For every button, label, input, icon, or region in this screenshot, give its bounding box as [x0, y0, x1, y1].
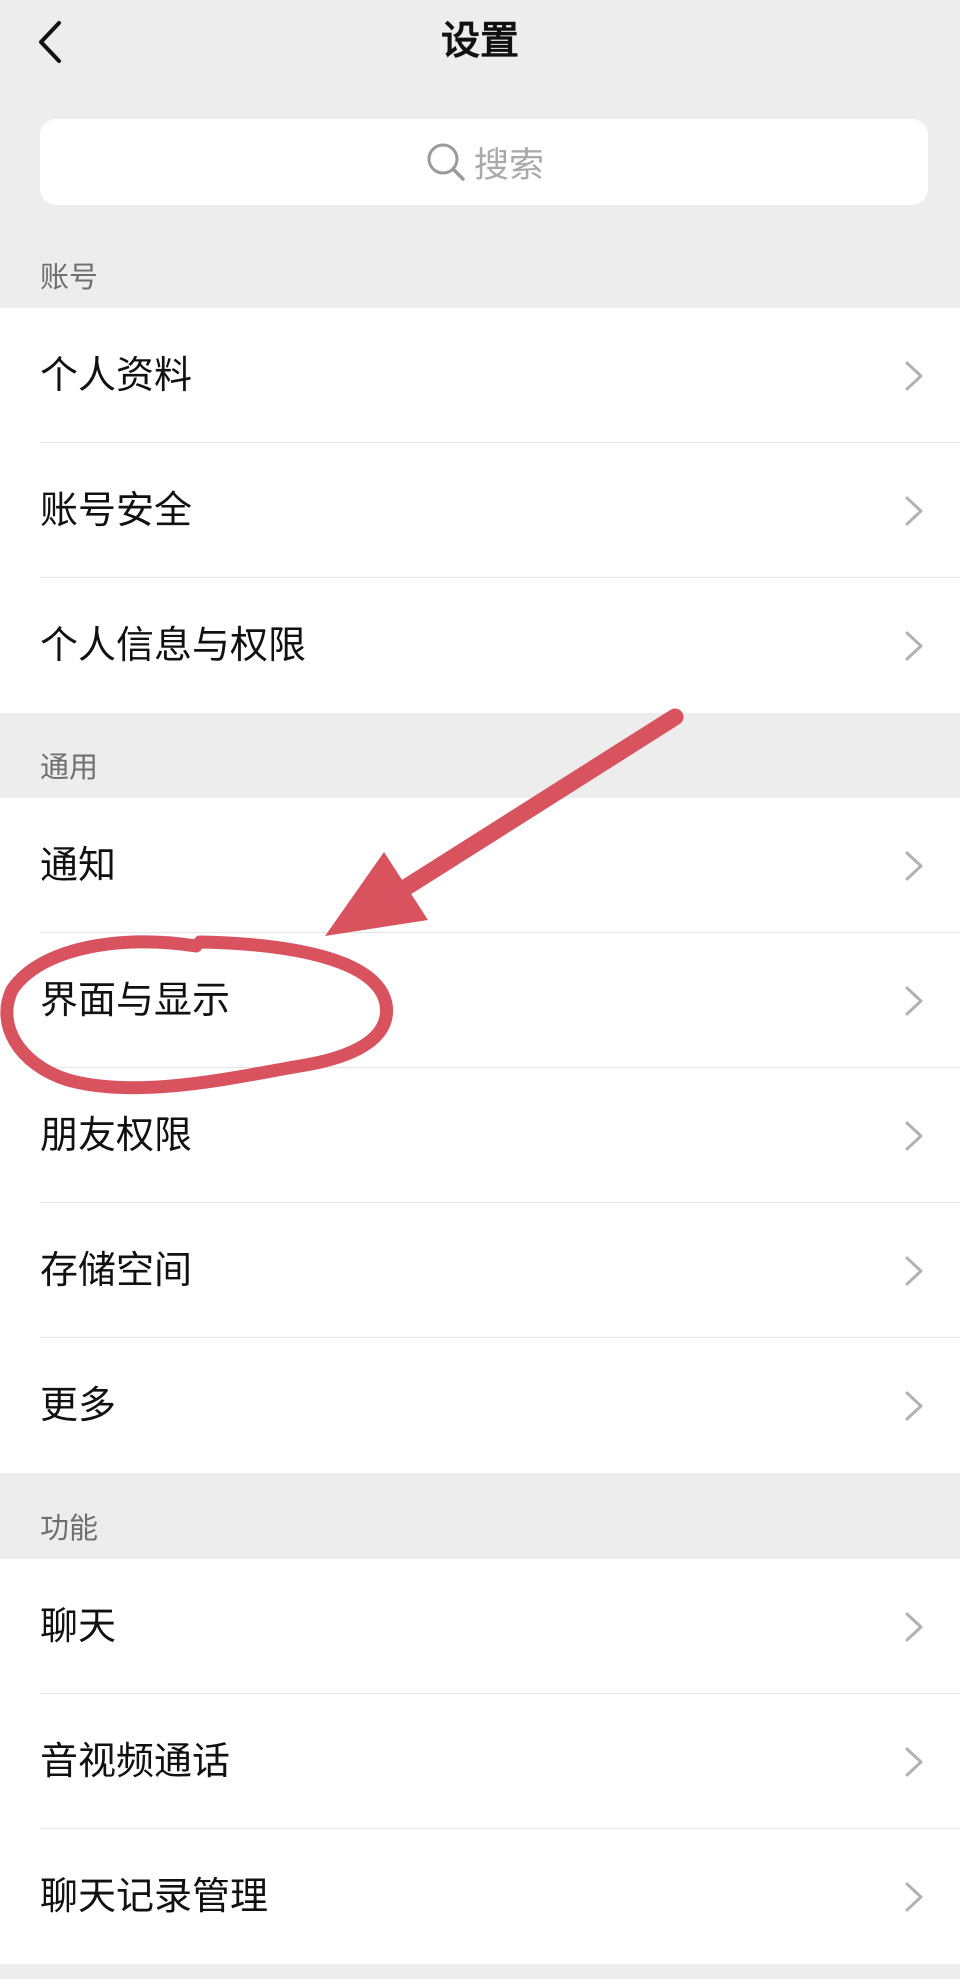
row-label: 个人资料 [40, 353, 193, 397]
settings-group-general: 通知 界面与显示 朋友权限 存储空间 更多 [0, 798, 960, 1473]
chevron-right-icon [905, 361, 923, 391]
search-input[interactable]: 搜索 [40, 119, 928, 205]
row-label: 存储空间 [40, 1248, 193, 1292]
row-label: 聊天记录管理 [40, 1874, 269, 1918]
row-label: 聊天 [40, 1604, 117, 1648]
chevron-right-icon [905, 1256, 923, 1286]
settings-row-profile[interactable]: 个人资料 [0, 308, 960, 443]
search-icon [424, 140, 468, 184]
chevron-right-icon [905, 1121, 923, 1151]
search-placeholder: 搜索 [473, 145, 544, 186]
section-label-account: 账号 [40, 260, 99, 294]
settings-row-more[interactable]: 更多 [0, 1338, 960, 1473]
settings-group-features: 聊天 音视频通话 聊天记录管理 [0, 1559, 960, 1964]
chevron-right-icon [905, 986, 923, 1016]
row-label: 朋友权限 [40, 1113, 193, 1157]
page-title: 设置 [440, 19, 519, 64]
row-label: 音视频通话 [40, 1739, 231, 1783]
row-label: 通知 [40, 843, 117, 887]
settings-row-display[interactable]: 界面与显示 [0, 933, 960, 1068]
row-label: 界面与显示 [40, 978, 231, 1022]
chevron-right-icon [905, 851, 923, 881]
row-label: 账号安全 [40, 488, 193, 532]
chevron-right-icon [905, 631, 923, 661]
chevron-right-icon [905, 496, 923, 526]
settings-row-chat[interactable]: 聊天 [0, 1559, 960, 1694]
chevron-left-icon [39, 21, 61, 63]
settings-row-notifications[interactable]: 通知 [0, 798, 960, 933]
back-button[interactable] [22, 12, 78, 72]
settings-row-friend-permissions[interactable]: 朋友权限 [0, 1068, 960, 1203]
settings-row-account-security[interactable]: 账号安全 [0, 443, 960, 578]
row-label: 个人信息与权限 [40, 623, 307, 667]
settings-row-privacy[interactable]: 个人信息与权限 [0, 578, 960, 713]
chevron-right-icon [905, 1747, 923, 1777]
settings-row-chat-history[interactable]: 聊天记录管理 [0, 1829, 960, 1964]
section-label-general: 通用 [40, 750, 99, 784]
settings-row-calls[interactable]: 音视频通话 [0, 1694, 960, 1829]
chevron-right-icon [905, 1391, 923, 1421]
row-label: 更多 [40, 1383, 117, 1427]
settings-group-account: 个人资料 账号安全 个人信息与权限 [0, 308, 960, 713]
chevron-right-icon [905, 1882, 923, 1912]
chevron-right-icon [905, 1612, 923, 1642]
settings-row-storage[interactable]: 存储空间 [0, 1203, 960, 1338]
nav-bar: 设置 [0, 0, 960, 84]
section-label-features: 功能 [40, 1511, 99, 1545]
